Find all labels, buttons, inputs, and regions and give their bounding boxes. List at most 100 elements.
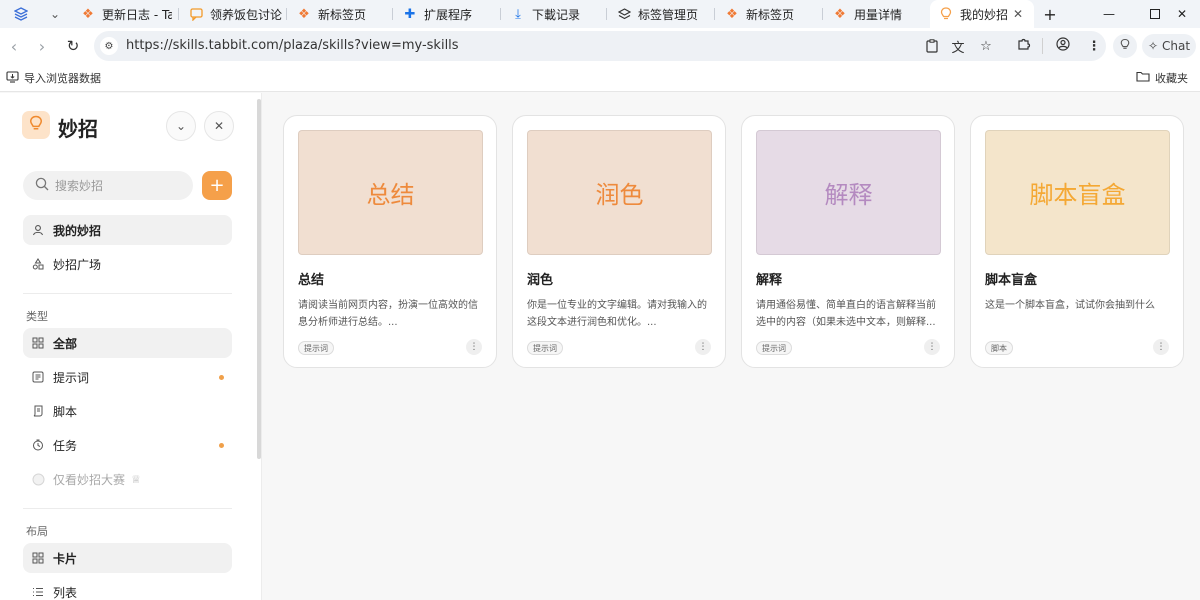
menu-button[interactable]: ⋮ [1084,36,1104,56]
skill-card[interactable]: 脚本盲盒 脚本盲盒 这是一个脚本盲盒，试试你会抽到什么 脚本 ⋮ [970,115,1184,368]
sidebar-item-label: 我的妙招 [53,223,102,238]
extensions-button[interactable] [1014,36,1034,56]
tab-8-active[interactable]: 我的妙招 ✕ [930,0,1034,28]
card-description: 你是一位专业的文字编辑。请对我输入的这段文本进行润色和优化。... [527,300,707,328]
tab-0[interactable]: ❖ 更新日志 - Tabl [72,0,172,28]
card-title: 脚本盲盒 [985,273,1038,288]
new-indicator-dot [219,443,224,448]
tab-1[interactable]: 领养饭包讨论 [180,0,284,28]
thumbnail-text: 解释 [824,181,873,209]
type-badge: 提示词 [298,341,334,355]
tabbit-logo-icon: ❖ [834,6,846,22]
sidebar-item-script[interactable]: 脚本 [23,396,232,426]
tab-actions-button[interactable] [8,0,34,28]
maximize-icon [1150,9,1160,19]
add-skill-button[interactable]: + [202,171,232,200]
tab-7[interactable]: ❖ 用量详情 [824,0,928,28]
clipboard-icon[interactable] [922,37,942,55]
layout-list-option[interactable]: 列表 [23,577,232,600]
more-vertical-icon: ⋮ [1156,342,1166,352]
tab-title: 新标签页 [318,7,367,22]
card-title: 总结 [298,273,325,288]
tab-separator [286,8,287,20]
close-icon: ✕ [213,119,225,133]
tab-strip: ⌄ ❖ 更新日志 - Tabl 领养饭包讨论 ❖ 新标签页 ✚ 扩展程序 ⤓ 下… [0,0,1200,28]
more-options-button[interactable]: ⋮ [924,339,940,355]
sidebar-scrollbar[interactable] [257,99,261,459]
favorites-label: 收藏夹 [1155,72,1188,85]
type-badge: 脚本 [985,341,1013,355]
close-sidebar-button[interactable]: ✕ [204,111,234,141]
layers-icon [616,6,632,22]
sidebar-item-my-skills[interactable]: 我的妙招 [23,215,232,245]
tab-6[interactable]: ❖ 新标签页 [716,0,820,28]
reload-button[interactable]: ↻ [61,34,85,58]
profile-button[interactable] [1053,36,1073,56]
site-settings-icon[interactable]: ⚙ [100,37,118,55]
sidebar-item-label: 妙招广场 [53,257,102,272]
import-bookmarks-button[interactable]: 导入浏览器数据 [6,70,101,86]
import-icon [6,70,19,86]
grid-icon [31,336,45,350]
more-options-button[interactable]: ⋮ [1153,339,1169,355]
sidebar-item-prompt[interactable]: 提示词 [23,362,232,392]
stack-icon [14,7,28,21]
sidebar-item-task[interactable]: 任务 [23,430,232,460]
back-button[interactable]: ‹ [2,34,26,58]
card-title: 解释 [756,273,783,288]
forward-button[interactable]: › [30,34,54,58]
layout-option-label: 列表 [53,585,78,600]
skill-card[interactable]: 解释 解释 请用通俗易懂、简单直白的语言解释当前选中的内容（如果未选中文本，则解… [741,115,955,368]
skills-button[interactable] [1113,34,1137,58]
tab-3[interactable]: ✚ 扩展程序 [394,0,498,28]
new-indicator-dot [219,375,224,380]
tab-separator [178,8,179,20]
new-tab-button[interactable]: + [1036,0,1064,28]
search-input[interactable] [55,178,185,193]
close-window-button[interactable]: ✕ [1164,0,1200,28]
contest-filter-toggle[interactable]: 仅看妙招大赛 ♕ [23,464,232,494]
card-description: 请阅读当前网页内容，扮演一位高效的信息分析师进行总结。... [298,300,478,328]
sidebar-item-all[interactable]: 全部 [23,328,232,358]
skill-card[interactable]: 润色 润色 你是一位专业的文字编辑。请对我输入的这段文本进行润色和优化。... … [512,115,726,368]
tab-search-button[interactable]: ⌄ [42,0,68,28]
grid-icon [31,551,45,565]
browser-toolbar: ‹ › ↻ ⚙ https://skills.tabbit.com/plaza/… [0,28,1200,64]
prompt-icon [31,370,45,384]
card-thumbnail: 脚本盲盒 [985,130,1170,255]
collapse-button[interactable]: ⌄ [166,111,196,141]
more-options-button[interactable]: ⋮ [695,339,711,355]
tab-title: 下載记录 [532,7,581,22]
skill-card[interactable]: 总结 总结 请阅读当前网页内容，扮演一位高效的信息分析师进行总结。... 提示词… [283,115,497,368]
sidebar-divider [23,508,232,509]
star-icon[interactable]: ☆ [976,37,996,55]
puzzle-icon: ✚ [404,6,416,22]
puzzle-icon [1017,37,1031,55]
chat-label: Chat [1162,39,1191,53]
sidebar-item-label: 全部 [53,336,78,351]
url-text[interactable]: https://skills.tabbit.com/plaza/skills?v… [126,38,459,53]
card-description: 请用通俗易懂、简单直白的语言解释当前选中的内容（如果未选中文本，则解释... [756,300,936,328]
thumbnail-text: 润色 [595,181,644,209]
minimize-button[interactable]: — [1086,0,1132,28]
tab-4[interactable]: ⤓ 下載记录 [502,0,606,28]
tab-title: 更新日志 - Tabl [102,7,172,22]
tab-2[interactable]: ❖ 新标签页 [288,0,392,28]
checkbox-icon [31,472,45,486]
more-options-button[interactable]: ⋮ [466,339,482,355]
type-badge: 提示词 [756,341,792,355]
chat-button[interactable]: ✧ Chat [1142,34,1196,58]
close-tab-icon[interactable]: ✕ [1010,6,1026,22]
tab-5[interactable]: 标签管理页 [608,0,714,28]
layout-card-option[interactable]: 卡片 [23,543,232,573]
translate-icon[interactable]: 文 [948,37,968,56]
page-content: 妙招 ⌄ ✕ + 我的妙招 妙招广场 类型 全 [0,93,1200,600]
sidebar-item-plaza[interactable]: 妙招广场 [23,249,232,279]
address-bar[interactable]: ⚙ https://skills.tabbit.com/plaza/skills… [94,31,1106,61]
type-badge: 提示词 [527,341,563,355]
task-icon [31,438,45,452]
forward-arrow-icon: › [38,36,46,56]
layout-section-label: 布局 [26,525,48,538]
download-icon: ⤓ [515,6,521,22]
favorites-folder[interactable]: 收藏夹 [1136,70,1188,86]
